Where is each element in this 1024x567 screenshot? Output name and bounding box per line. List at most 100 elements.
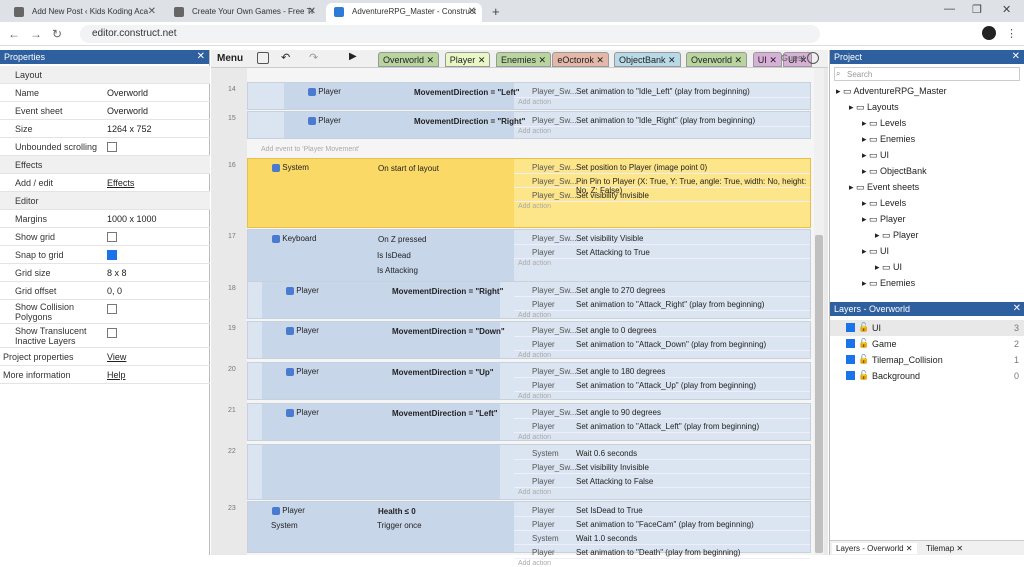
property-checkbox[interactable] <box>107 142 117 152</box>
close-icon[interactable]: ✕ <box>1013 303 1021 314</box>
action-row[interactable]: Player_Sw... Set visibility Invisible <box>514 460 810 474</box>
save-icon[interactable] <box>257 52 269 64</box>
redo-icon[interactable]: ↷ <box>309 51 318 64</box>
browser-tab-active[interactable]: AdventureRPG_Master - Construct ✕ <box>326 3 482 22</box>
property-value[interactable]: Overworld <box>107 106 148 116</box>
play-icon[interactable]: ▶ <box>349 51 357 62</box>
action-row[interactable]: Player_Sw... Set angle to 180 degrees <box>514 364 810 378</box>
action-row[interactable]: System Wait 1.0 seconds <box>514 531 810 545</box>
reload-icon[interactable]: ↻ <box>52 27 62 41</box>
event-block[interactable]: Keyboard On Z pressed Player_Sw... Set visi… <box>247 229 811 285</box>
property-value[interactable]: Effects <box>107 178 134 188</box>
url-field[interactable]: editor.construct.net <box>80 25 820 43</box>
layer-row[interactable]: 🔓 Background 0 <box>830 368 1024 384</box>
condition-column[interactable] <box>262 445 500 499</box>
project-tree-item[interactable]: ▸ ▭ AdventureRPG_Master <box>836 86 947 97</box>
project-tree-item[interactable]: ▸ ▭ UI <box>862 150 889 161</box>
property-value[interactable]: 8 x 8 <box>107 268 127 278</box>
property-value[interactable]: Help <box>107 370 126 380</box>
project-tree-item[interactable]: ▸ ▭ Player <box>862 214 906 225</box>
scrollbar-thumb[interactable] <box>815 235 823 553</box>
lock-icon[interactable]: 🔓 <box>858 354 869 365</box>
project-tree-item[interactable]: ▸ ▭ Enemies <box>862 134 915 145</box>
close-icon[interactable]: ✕ <box>197 51 205 62</box>
add-action-link[interactable]: Add action <box>518 260 551 267</box>
project-tree-item[interactable]: ▸ ▭ ObjectBank <box>862 166 927 177</box>
lock-icon[interactable]: 🔓 <box>858 338 869 349</box>
add-action-link[interactable]: Add action <box>518 128 551 135</box>
property-value[interactable]: 1264 x 752 <box>107 124 152 134</box>
event-block[interactable]: Player MovementDirection = "Down" Player_S… <box>247 321 811 359</box>
action-row[interactable]: Player_Sw... Set angle to 270 degrees <box>514 283 810 297</box>
action-row[interactable]: Player_Sw... Set angle to 90 degrees <box>514 405 810 419</box>
action-row[interactable]: Player_Sw... Set visibility Invisible <box>514 188 810 202</box>
project-tree-item[interactable]: ▸ ▭ Layouts <box>849 102 899 113</box>
project-tree-item[interactable]: ▸ ▭ Player <box>875 230 919 241</box>
lock-icon[interactable]: 🔓 <box>858 370 869 381</box>
event-block[interactable]: Player MovementDirection = "Left" Player_S… <box>247 403 811 441</box>
lock-icon[interactable]: 🔓 <box>858 322 869 333</box>
project-tree-item[interactable]: ▸ ▭ Event sheets <box>849 182 919 193</box>
minimize-button[interactable]: — <box>944 3 955 15</box>
event-block[interactable]: Player MovementDirection = "Right" Player_… <box>247 111 811 139</box>
tab-layers[interactable]: Layers - Overworld ✕ <box>832 543 917 554</box>
add-action-link[interactable]: Add action <box>518 312 551 319</box>
add-action-link[interactable]: Add action <box>518 99 551 106</box>
add-action-link[interactable]: Add action <box>518 352 551 359</box>
visible-checkbox[interactable] <box>846 323 855 332</box>
browser-tab[interactable]: Add New Post ‹ Kids Koding Aca ✕ <box>6 3 162 22</box>
profile-avatar[interactable] <box>982 26 996 40</box>
action-row[interactable]: Player Set Attacking to False <box>514 474 810 488</box>
tab-objectbank[interactable]: ObjectBank ✕ <box>614 52 681 67</box>
add-action-link[interactable]: Add action <box>518 489 551 496</box>
browser-tab[interactable]: Create Your Own Games - Free Tr ✕ <box>166 3 322 22</box>
close-icon[interactable]: ✕ <box>539 55 547 65</box>
layer-row[interactable]: 🔓 Game 2 <box>830 336 1024 352</box>
property-checkbox[interactable] <box>107 304 117 314</box>
visible-checkbox[interactable] <box>846 355 855 364</box>
tab-tilemap[interactable]: Tilemap ✕ <box>922 543 967 554</box>
back-icon[interactable]: ← <box>8 27 20 41</box>
property-value[interactable]: 0, 0 <box>107 286 122 296</box>
forward-icon[interactable]: → <box>30 27 42 41</box>
event-block[interactable]: System Wait 0.6 seconds Player_Sw... Set vi… <box>247 444 811 500</box>
event-block[interactable]: Player MovementDirection = "Left" Player_S… <box>247 82 811 110</box>
action-row[interactable]: Player_Sw... Set visibility Visible <box>514 231 810 245</box>
close-icon[interactable]: ✕ <box>668 55 676 65</box>
close-icon[interactable]: ✕ <box>468 6 476 17</box>
add-action-link[interactable]: Add action <box>518 393 551 400</box>
project-tree-item[interactable]: ▸ ▭ UI <box>875 262 902 273</box>
tab-overworld[interactable]: Overworld ✕ <box>686 52 748 67</box>
project-tree-item[interactable]: ▸ ▭ Enemies <box>862 278 915 289</box>
add-action-link[interactable]: Add action <box>518 203 551 210</box>
action-row[interactable]: Player Set Attacking to True <box>514 245 810 259</box>
event-block[interactable]: System On start of layout Player_Sw... Set … <box>247 158 811 228</box>
event-block[interactable]: Player Health ≤ 0 Player Set IsDead to True… <box>247 501 811 567</box>
tab-eoctorok[interactable]: eOctorok ✕ <box>552 52 609 67</box>
action-row[interactable]: Player_Sw... Set animation to "Idle_Left"… <box>514 84 810 98</box>
close-icon[interactable]: ✕ <box>427 55 435 65</box>
event-block[interactable]: Player MovementDirection = "Up" Player_Sw.… <box>247 362 811 400</box>
visible-checkbox[interactable] <box>846 371 855 380</box>
close-icon[interactable]: ✕ <box>596 55 604 65</box>
visible-checkbox[interactable] <box>846 339 855 348</box>
action-row[interactable]: Player_Sw... Set position to Player (imag… <box>514 160 810 174</box>
action-row[interactable]: Player Set animation to "Death" (play fro… <box>514 545 810 559</box>
event-block[interactable]: Player MovementDirection = "Right" Player_… <box>247 281 811 319</box>
property-checkbox[interactable] <box>107 250 117 260</box>
property-checkbox[interactable] <box>107 232 117 242</box>
tab-ui[interactable]: UI ✕ <box>752 52 782 67</box>
property-value[interactable]: View <box>107 352 126 362</box>
layer-row[interactable]: 🔓 UI 3 <box>830 320 1024 336</box>
close-icon[interactable]: ✕ <box>478 55 486 65</box>
action-row[interactable]: Player Set animation to "Attack_Down" (pl… <box>514 337 810 351</box>
action-row[interactable]: Player_Sw... Set animation to "Idle_Right… <box>514 113 810 127</box>
undo-icon[interactable]: ↶ <box>281 51 290 64</box>
action-row[interactable]: Player_Sw... Set angle to 0 degrees <box>514 323 810 337</box>
close-window-button[interactable]: ✕ <box>1002 3 1011 16</box>
property-value[interactable]: Overworld <box>107 88 148 98</box>
action-row[interactable]: System Wait 0.6 seconds <box>514 446 810 460</box>
action-row[interactable]: Player Set animation to "FaceCam" (play f… <box>514 517 810 531</box>
tab-player[interactable]: Player ✕ <box>444 52 491 67</box>
action-row[interactable]: Player_Sw... Pin Pin to Player (X: True, … <box>514 174 810 195</box>
